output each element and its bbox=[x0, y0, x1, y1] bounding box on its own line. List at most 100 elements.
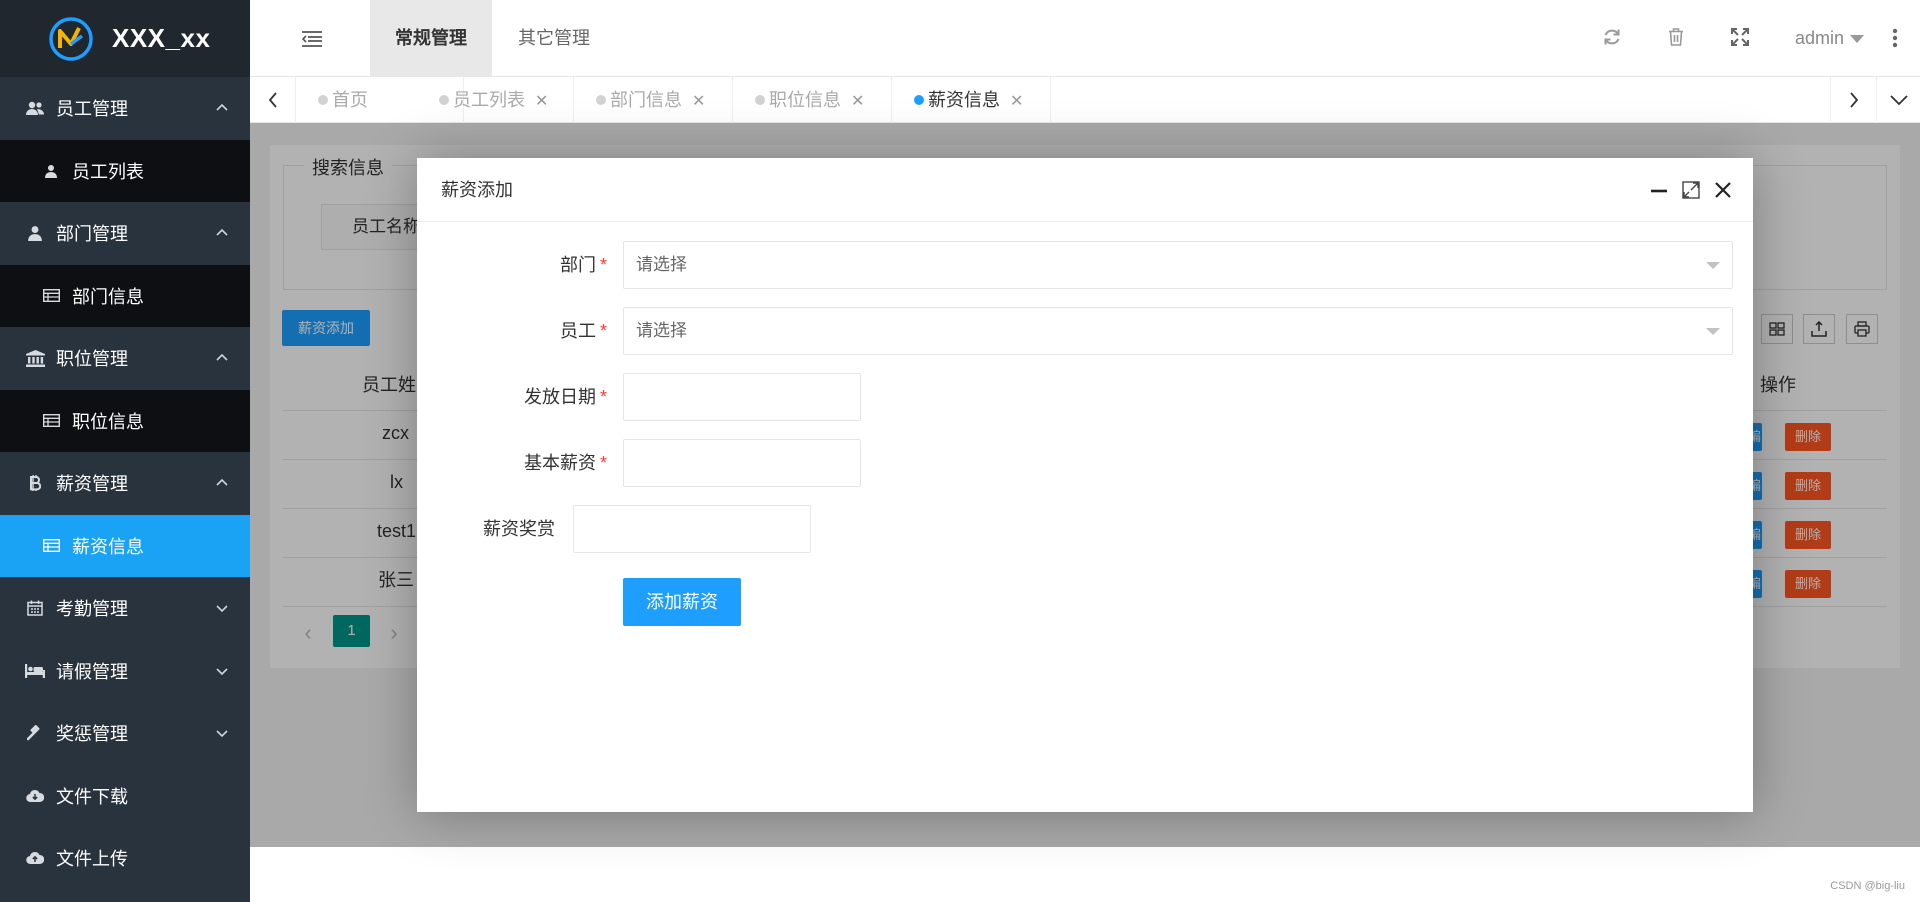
table-icon bbox=[42, 537, 60, 555]
refresh-icon[interactable] bbox=[1602, 27, 1622, 47]
header-tab-other[interactable]: 其它管理 bbox=[493, 0, 615, 77]
chevron-up-icon bbox=[216, 479, 228, 486]
close-icon[interactable]: ✕ bbox=[1010, 79, 1023, 125]
sidebar-item-label: 文件上传 bbox=[56, 849, 128, 870]
tab-status-dot bbox=[914, 95, 924, 105]
sidebar-item-employee-mgmt[interactable]: 员工管理 bbox=[0, 77, 250, 140]
tab-status-dot bbox=[318, 95, 328, 105]
close-icon[interactable]: ✕ bbox=[851, 79, 864, 125]
required-mark: * bbox=[599, 387, 607, 407]
sidebar-item-label: 考勤管理 bbox=[56, 599, 128, 620]
dialog-title: 薪资添加 bbox=[441, 180, 513, 200]
form-row-base-salary: 基本薪资 * bbox=[417, 438, 1753, 488]
logo[interactable]: XXX_xx bbox=[0, 0, 250, 77]
user-icon bbox=[42, 162, 60, 180]
page-tab-position-info[interactable]: 职位信息 ✕ bbox=[733, 77, 892, 123]
add-salary-dialog: 薪资添加 部门 * 请选择 员工 * 请选择 发放日期 * 基本薪资 * 薪资奖赏 bbox=[417, 158, 1753, 812]
fullscreen-icon[interactable] bbox=[1730, 27, 1750, 47]
sidebar-item-label: 职位管理 bbox=[56, 349, 128, 370]
sidebar-item-file-upload[interactable]: 文件上传 bbox=[0, 827, 250, 890]
page-tab-label: 薪资信息 bbox=[928, 90, 1000, 110]
sidebar-item-position-mgmt[interactable]: 职位管理 bbox=[0, 327, 250, 390]
sidebar-subitem-label: 职位信息 bbox=[72, 411, 144, 432]
menu-toggle-icon[interactable] bbox=[302, 30, 322, 48]
sidebar-item-reward-mgmt[interactable]: 奖惩管理 bbox=[0, 702, 250, 765]
sidebar-subitem-salary-info[interactable]: 薪资信息 bbox=[0, 514, 250, 577]
chevron-left-icon bbox=[268, 92, 277, 108]
department-select[interactable]: 请选择 bbox=[623, 241, 1733, 289]
page-tab-label: 员工列表 bbox=[453, 90, 525, 110]
page-tab-employee-list[interactable]: 员工列表 ✕ bbox=[417, 77, 574, 123]
page-tabs-bar: 首页 员工列表 ✕ 部门信息 ✕ 职位信息 ✕ 薪资信息 ✕ bbox=[250, 77, 1920, 123]
page-tab-department-info[interactable]: 部门信息 ✕ bbox=[574, 77, 733, 123]
bonus-input[interactable] bbox=[573, 505, 811, 553]
dialog-header: 薪资添加 bbox=[417, 158, 1753, 222]
date-label: 发放日期 * bbox=[417, 372, 607, 422]
more-vertical-icon[interactable] bbox=[1892, 28, 1898, 48]
close-icon[interactable]: ✕ bbox=[535, 79, 548, 125]
sidebar-subitem-position-info[interactable]: 职位信息 bbox=[0, 389, 250, 452]
sidebar-subitem-label: 部门信息 bbox=[72, 286, 144, 307]
employee-label: 员工 * bbox=[417, 306, 607, 356]
page-tab-label: 首页 bbox=[332, 90, 368, 110]
user-menu[interactable]: admin bbox=[1795, 0, 1864, 77]
table-icon bbox=[42, 287, 60, 305]
sidebar-item-salary-mgmt[interactable]: 薪资管理 bbox=[0, 452, 250, 515]
bitcoin-icon bbox=[24, 472, 46, 494]
form-row-bonus: 薪资奖赏 bbox=[417, 504, 1753, 554]
tabs-scroll-right[interactable] bbox=[1830, 77, 1876, 123]
tabs-scroll-left[interactable] bbox=[250, 77, 296, 123]
sidebar-item-department-mgmt[interactable]: 部门管理 bbox=[0, 202, 250, 265]
chevron-up-icon bbox=[216, 104, 228, 111]
gavel-icon bbox=[24, 722, 46, 744]
chevron-down-icon bbox=[216, 668, 228, 675]
chevron-right-icon bbox=[1849, 92, 1858, 108]
close-icon[interactable] bbox=[1713, 180, 1733, 200]
sidebar-item-attendance-mgmt[interactable]: 考勤管理 bbox=[0, 577, 250, 640]
form-row-department: 部门 * 请选择 bbox=[417, 240, 1753, 290]
page-tab-label: 部门信息 bbox=[610, 90, 682, 110]
brand-title: XXX_xx bbox=[112, 23, 211, 53]
tab-status-dot bbox=[596, 95, 606, 105]
base-salary-label-text: 基本薪资 bbox=[523, 453, 596, 473]
sidebar-subitem-department-info[interactable]: 部门信息 bbox=[0, 264, 250, 327]
table-icon bbox=[42, 412, 60, 430]
chevron-up-icon bbox=[216, 229, 228, 236]
sidebar: XXX_xx 员工管理 员工列表 部门管理 部门信息 职位管理 职位信息 薪资管… bbox=[0, 0, 250, 902]
tabs-menu[interactable] bbox=[1876, 77, 1920, 123]
sidebar-subitem-employee-list[interactable]: 员工列表 bbox=[0, 139, 250, 202]
base-salary-label: 基本薪资 * bbox=[417, 438, 607, 488]
sidebar-subitem-label: 员工列表 bbox=[72, 161, 144, 182]
employee-select[interactable]: 请选择 bbox=[623, 307, 1733, 355]
employee-label-text: 员工 bbox=[559, 321, 596, 341]
bonus-label: 薪资奖赏 bbox=[483, 519, 555, 539]
sidebar-item-file-download[interactable]: 文件下载 bbox=[0, 765, 250, 828]
chevron-down-icon bbox=[216, 605, 228, 613]
submit-add-salary-button[interactable]: 添加薪资 bbox=[623, 578, 741, 626]
sidebar-item-leave-mgmt[interactable]: 请假管理 bbox=[0, 640, 250, 703]
sidebar-item-label: 部门管理 bbox=[56, 224, 128, 245]
base-salary-input[interactable] bbox=[623, 439, 861, 487]
maximize-icon[interactable] bbox=[1681, 180, 1701, 200]
employee-select-placeholder: 请选择 bbox=[636, 321, 687, 340]
caret-down-icon bbox=[1706, 328, 1720, 335]
sidebar-item-label: 文件下载 bbox=[56, 786, 128, 807]
header-tab-general[interactable]: 常规管理 bbox=[370, 0, 492, 77]
chevron-up-icon bbox=[216, 354, 228, 361]
cloud-upload-icon bbox=[24, 847, 46, 869]
bed-icon bbox=[24, 660, 46, 682]
required-mark: * bbox=[599, 255, 607, 275]
watermark: CSDN @big-liu bbox=[1830, 880, 1905, 892]
close-icon[interactable]: ✕ bbox=[692, 79, 705, 125]
minimize-icon[interactable] bbox=[1649, 180, 1669, 200]
users-icon bbox=[24, 97, 46, 119]
form-row-employee: 员工 * 请选择 bbox=[417, 306, 1753, 356]
page-tab-salary-info[interactable]: 薪资信息 ✕ bbox=[892, 77, 1051, 123]
department-label: 部门 * bbox=[417, 240, 607, 290]
sidebar-item-label: 员工管理 bbox=[56, 99, 128, 120]
trash-icon[interactable] bbox=[1666, 27, 1686, 47]
page-tab-label: 职位信息 bbox=[769, 90, 841, 110]
date-input[interactable] bbox=[623, 373, 861, 421]
sidebar-item-label: 奖惩管理 bbox=[56, 724, 128, 745]
form-row-date: 发放日期 * bbox=[417, 372, 1753, 422]
